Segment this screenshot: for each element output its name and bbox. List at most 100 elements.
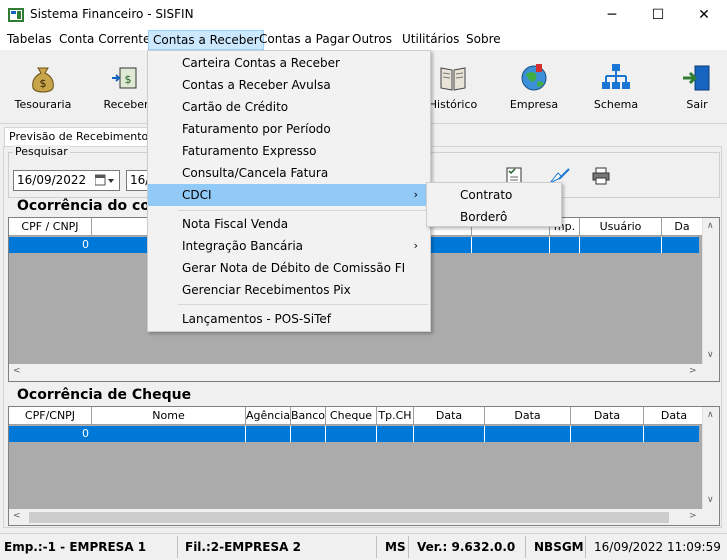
date-to-field[interactable]: 16/ [126, 170, 149, 191]
receber-label: Receber [103, 98, 149, 111]
menu-item-lancamentos-pos-sitef[interactable]: Lançamentos - POS-SiTef [148, 308, 430, 330]
org-chart-icon [602, 64, 630, 89]
tab-previsao-de-recebimento[interactable]: Previsão de Recebimento [4, 127, 154, 147]
book-icon [440, 67, 466, 91]
menu-outros[interactable]: Outros [352, 32, 392, 46]
menu-item-integracao-bancaria[interactable]: Integração Bancária › [148, 235, 430, 257]
search-legend: Pesquisar [13, 145, 70, 158]
scroll-right-icon[interactable]: > [689, 366, 697, 376]
app-icon [8, 8, 24, 22]
grid2-vertical-scrollbar[interactable]: ∧ ∨ [702, 407, 719, 509]
menu-item-gerenciar-recebimentos-pix[interactable]: Gerenciar Recebimentos Pix [148, 279, 430, 301]
scroll-thumb[interactable] [29, 512, 669, 523]
empresa-label: Empresa [509, 98, 559, 111]
exit-door-icon [683, 65, 710, 91]
grid1-horizontal-scrollbar[interactable]: < > [9, 364, 719, 381]
menu-item-contas-a-receber-avulsa[interactable]: Contas a Receber Avulsa [148, 74, 430, 96]
table-row[interactable]: 0 [9, 426, 699, 442]
tesouraria-label: Tesouraria [14, 98, 72, 111]
ocorrencia-contrato-title: Ocorrência do cont [17, 198, 167, 214]
maximize-button[interactable]: ☐ [635, 0, 681, 30]
col-cpf-cnpj[interactable]: CPF/CNPJ [9, 407, 92, 425]
menu-item-faturamento-por-periodo[interactable]: Faturamento por Período [148, 118, 430, 140]
menu-contas-a-receber[interactable]: Contas a Receber [148, 30, 264, 50]
grid2-horizontal-scrollbar[interactable]: < > [9, 509, 719, 525]
col-data-ocorrencia[interactable]: Data Ocorrê [644, 407, 704, 440]
ocorrencia-cheque-title: Ocorrência de Cheque [17, 387, 192, 403]
window-title: Sistema Financeiro - SISFIN [30, 7, 194, 21]
scroll-down-icon[interactable]: ∨ [707, 350, 714, 360]
row-cell [571, 426, 644, 442]
receber-button[interactable]: $ Receber [98, 50, 154, 120]
col-nome[interactable]: Nome [92, 407, 246, 425]
historico-label: Histórico [428, 98, 478, 111]
menu-separator [178, 210, 428, 211]
row-cell [485, 426, 571, 442]
schema-label: Schema [593, 98, 639, 111]
row-cell [326, 426, 377, 442]
menu-item-gerar-nota-debito-comissao[interactable]: Gerar Nota de Débito de Comissão FI [148, 257, 430, 279]
menu-contas-a-pagar[interactable]: Contas a Pagar [259, 32, 350, 46]
row-cell [580, 237, 662, 253]
row-cpf-value: 0 [82, 427, 89, 440]
menu-item-nota-fiscal-venda[interactable]: Nota Fiscal Venda [148, 213, 430, 235]
menu-item-carteira-contas-a-receber[interactable]: Carteira Contas a Receber [148, 52, 430, 74]
scroll-left-icon[interactable]: < [13, 511, 21, 521]
menu-item-cdci[interactable]: CDCI › [148, 184, 430, 206]
menu-item-consulta-cancela-fatura[interactable]: Consulta/Cancela Fatura [148, 162, 430, 184]
status-separator [376, 536, 377, 558]
title-bar: Sistema Financeiro - SISFIN ─ ☐ ✕ [0, 0, 727, 30]
status-ms: MS [385, 540, 406, 554]
submenu-item-contrato[interactable]: Contrato [427, 184, 561, 206]
submenu-item-bordero[interactable]: Borderô [427, 206, 561, 228]
scroll-left-icon[interactable]: < [13, 366, 21, 376]
grid1-vertical-scrollbar[interactable]: ∧ ∨ [702, 218, 719, 364]
scroll-up-icon[interactable]: ∧ [707, 410, 714, 420]
scroll-down-icon[interactable]: ∨ [707, 495, 714, 505]
money-bag-icon: $ [32, 67, 54, 93]
menu-bar: Tabelas Conta Corrente Contas a Receber … [0, 30, 727, 50]
submenu-arrow-icon: › [413, 239, 418, 252]
menu-item-integracao-bancaria-label: Integração Bancária [182, 239, 304, 253]
menu-item-faturamento-expresso[interactable]: Faturamento Expresso [148, 140, 430, 162]
minimize-button[interactable]: ─ [589, 0, 635, 30]
row-cell [291, 426, 326, 442]
col-data-entrada[interactable]: Data Entrada [414, 407, 485, 440]
menu-separator [178, 304, 428, 305]
status-separator [177, 536, 178, 558]
col-tp-ch[interactable]: Tp.CH [377, 407, 414, 425]
scroll-right-icon[interactable]: > [689, 511, 697, 521]
contas-a-receber-menu: Carteira Contas a Receber Contas a Receb… [147, 50, 431, 332]
col-data-previsao[interactable]: Data Previsão [571, 407, 644, 440]
menu-conta-corrente[interactable]: Conta Corrente [59, 32, 150, 46]
sair-label: Sair [686, 98, 708, 111]
status-datetime: 16/09/2022 11:09:59 [594, 540, 721, 554]
ocorrencia-cheque-grid: CPF/CNPJ Nome Agência Banco Cheque Tp.CH… [8, 406, 720, 526]
col-cheque[interactable]: Cheque [326, 407, 377, 425]
status-filial: Fil.:2-EMPRESA 2 [185, 540, 301, 554]
row-cell [377, 426, 414, 442]
schema-button[interactable]: Schema [590, 50, 642, 120]
printer-icon[interactable] [592, 167, 610, 185]
calendar-dropdown-icon[interactable] [95, 174, 115, 187]
menu-item-cartao-de-credito[interactable]: Cartão de Crédito [148, 96, 430, 118]
col-banco[interactable]: Banco [291, 407, 326, 425]
tesouraria-button[interactable]: $ Tesouraria [8, 50, 78, 120]
col-data-vencimento[interactable]: Data Vencimento [485, 407, 571, 440]
status-separator [408, 536, 409, 558]
col-agencia[interactable]: Agência [246, 407, 291, 425]
col-usuario[interactable]: Usuário [580, 218, 662, 236]
date-from-field[interactable]: 16/09/2022 [13, 170, 120, 191]
col-cpf-cnpj[interactable]: CPF / CNPJ [9, 218, 92, 236]
scroll-up-icon[interactable]: ∧ [707, 221, 714, 231]
menu-utilitarios[interactable]: Utilitários [402, 32, 459, 46]
col-data[interactable]: Da [662, 218, 702, 236]
menu-tabelas[interactable]: Tabelas [7, 32, 52, 46]
svg-text:$: $ [40, 77, 47, 90]
menu-sobre[interactable]: Sobre [466, 32, 501, 46]
close-button[interactable]: ✕ [681, 0, 727, 30]
sair-button[interactable]: Sair [672, 50, 722, 120]
empresa-button[interactable]: Empresa [506, 50, 562, 120]
historico-button[interactable]: Histórico [425, 50, 481, 120]
status-separator [585, 536, 586, 558]
